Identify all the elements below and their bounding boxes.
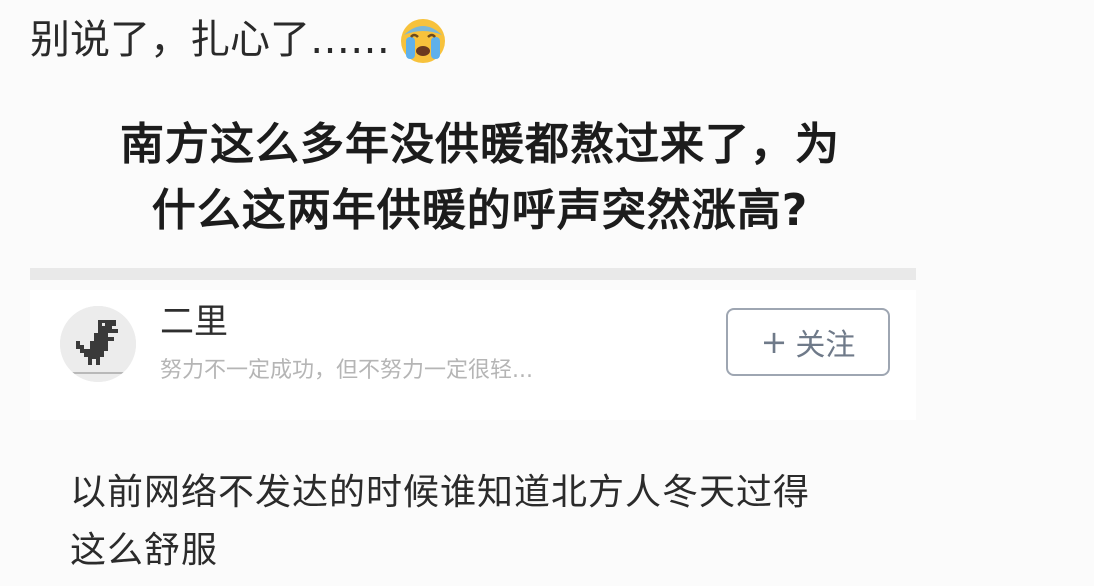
author-name[interactable]: 二里 — [160, 300, 228, 344]
dinosaur-icon — [60, 306, 136, 382]
follow-button[interactable]: + 关注 — [726, 308, 890, 376]
section-divider — [30, 268, 916, 280]
question-line-2: 什么这两年供暖的呼声突然涨高? — [151, 185, 809, 236]
author-card: 二里 努力不一定成功，但不努力一定很轻... + 关注 — [30, 290, 916, 420]
follow-label: 关注 — [795, 328, 856, 363]
post-caption: 别说了，扎心了…… — [30, 12, 448, 68]
answer-line-1: 以前网络不发达的时候谁知道北方人冬天过得 — [70, 472, 811, 513]
question-line-1: 南方这么多年没供暖都熬过来了，为 — [120, 119, 840, 170]
avatar[interactable] — [60, 306, 136, 382]
answer-body: 以前网络不发达的时候谁知道北方人冬天过得 这么舒服 — [70, 464, 910, 580]
answer-line-2: 这么舒服 — [70, 530, 219, 571]
question-title[interactable]: 南方这么多年没供暖都熬过来了，为 什么这两年供暖的呼声突然涨高? — [70, 112, 890, 244]
plus-icon: + — [760, 323, 788, 361]
caption-text: 别说了，扎心了…… — [30, 17, 390, 63]
author-bio: 努力不一定成功，但不努力一定很轻... — [160, 358, 533, 383]
crying-face-icon — [401, 19, 445, 63]
